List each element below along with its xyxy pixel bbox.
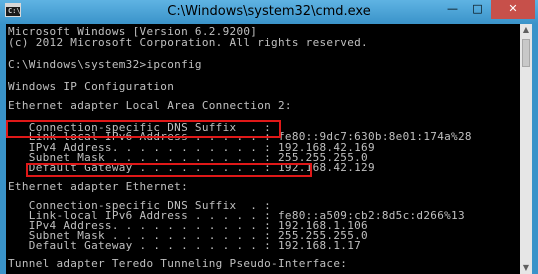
maximize-button[interactable]: □ bbox=[465, 0, 490, 19]
console-line: Tunnel adapter Teredo Tunneling Pseudo-I… bbox=[8, 257, 348, 270]
title-bar[interactable]: C:\ C:\Windows\system32\cmd.exe — □ ✕ bbox=[0, 0, 538, 24]
console-output[interactable]: Microsoft Windows [Version 6.2.9200] (c)… bbox=[6, 24, 520, 274]
minimize-button[interactable]: — bbox=[440, 0, 465, 19]
cmd-window: C:\ C:\Windows\system32\cmd.exe — □ ✕ Mi… bbox=[0, 0, 538, 274]
scroll-thumb[interactable] bbox=[522, 39, 530, 67]
scroll-up-arrow-icon[interactable]: ▲ bbox=[520, 24, 532, 36]
console-line: Ethernet adapter Local Area Connection 2… bbox=[8, 99, 292, 112]
console-line: Default Gateway . . . . . . . . . : 192.… bbox=[8, 239, 362, 252]
scroll-down-arrow-icon[interactable]: ▼ bbox=[520, 262, 532, 274]
close-button[interactable]: ✕ bbox=[491, 0, 535, 19]
console-line: (c) 2012 Microsoft Corporation. All righ… bbox=[8, 36, 368, 49]
console-line: Ethernet adapter Ethernet: bbox=[8, 180, 188, 193]
highlight-ipv4-address bbox=[26, 163, 312, 177]
vertical-scrollbar[interactable]: ▲ ▼ bbox=[520, 24, 532, 274]
console-line: C:\Windows\system32>ipconfig bbox=[8, 58, 202, 71]
highlight-adapter-heading bbox=[6, 120, 281, 138]
console-line: Windows IP Configuration bbox=[8, 80, 175, 93]
